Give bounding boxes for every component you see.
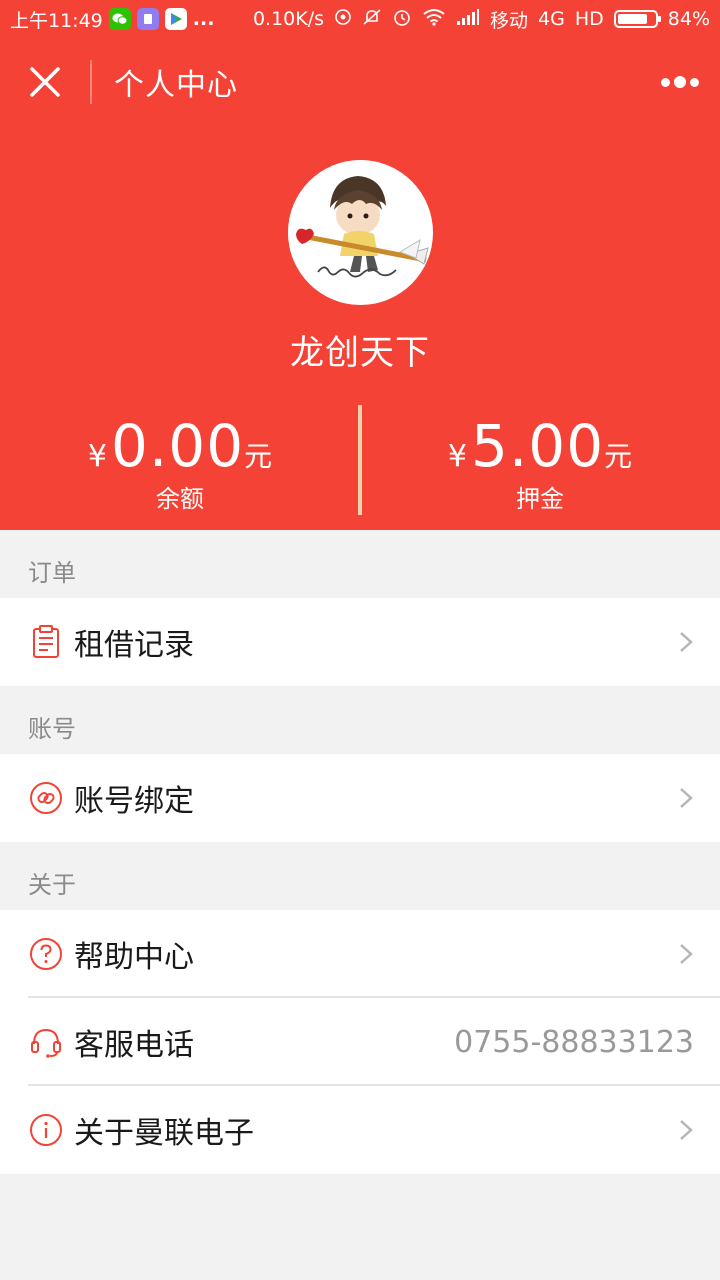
status-time: 上午11:49 [10, 9, 103, 32]
app-store-icon [136, 8, 159, 30]
deposit-unit: 元 [604, 440, 633, 473]
battery-percent: 84% [667, 8, 710, 30]
deposit-amount: 5.00 [470, 412, 605, 480]
section-header-about: 关于 [28, 870, 76, 899]
list-item-label: 租借记录 [74, 628, 194, 663]
avatar-image [288, 160, 432, 304]
signal-icon [456, 8, 480, 31]
list-item-about-company[interactable]: 关于曼联电子 [0, 1086, 720, 1174]
chevron-right-icon [680, 944, 693, 964]
list-item-account-binding[interactable]: 账号绑定 [0, 754, 720, 842]
hotspot-icon [334, 8, 352, 31]
deposit-stat[interactable]: ¥ 5.00 元 押金 [360, 415, 720, 514]
list-item-label: 客服电话 [74, 1028, 194, 1063]
list-item-label: 账号绑定 [74, 784, 194, 819]
balance-amount: 0.00 [110, 412, 245, 480]
carrier-name: 移动 [490, 9, 529, 32]
hd-indicator: HD [574, 8, 604, 30]
more-dot-icon [690, 77, 699, 87]
balance-unit: 元 [244, 440, 273, 473]
status-bar: 上午11:49 ... 0.10K/s 移动 4G HD 84% [0, 0, 720, 38]
network-speed: 0.10K/s [252, 8, 325, 30]
more-dot-icon [661, 77, 670, 87]
chevron-right-icon [680, 1120, 693, 1140]
avatar[interactable] [288, 160, 433, 305]
link-icon [28, 780, 64, 816]
battery-level [617, 14, 648, 24]
list-item-help-center[interactable]: 帮助中心 [0, 910, 720, 998]
section-header-account: 账号 [28, 714, 76, 743]
network-type: 4G [538, 8, 565, 30]
headset-icon [28, 1024, 64, 1060]
nav-divider [90, 60, 92, 104]
more-dot-icon [674, 76, 686, 88]
more-button[interactable] [640, 38, 720, 126]
list-item-rental-records[interactable]: 租借记录 [0, 598, 720, 686]
service-phone-number[interactable]: 0755-88833123 [454, 1025, 694, 1060]
balance-label: 余额 [156, 485, 204, 513]
list-item-label: 帮助中心 [74, 940, 194, 975]
chevron-right-icon [680, 788, 693, 808]
balance-currency: ¥ [87, 439, 107, 474]
username: 龙创天下 [290, 333, 430, 373]
mute-icon [362, 8, 382, 31]
play-store-icon [164, 8, 187, 30]
wechat-icon [108, 8, 131, 30]
battery-icon [613, 10, 661, 28]
question-icon [28, 936, 64, 972]
list-item-customer-service[interactable]: 客服电话 0755-88833123 [0, 998, 720, 1086]
more-notifications: ... [192, 8, 215, 30]
wifi-icon [422, 8, 446, 31]
close-icon [30, 67, 60, 97]
page-title: 个人中心 [114, 68, 238, 103]
list-item-label: 关于曼联电子 [74, 1116, 254, 1151]
clipboard-icon [28, 624, 64, 660]
deposit-currency: ¥ [447, 439, 467, 474]
deposit-label: 押金 [516, 485, 564, 513]
alarm-icon [392, 7, 412, 32]
section-header-orders: 订单 [28, 558, 76, 587]
nav-bar: 个人中心 [0, 38, 720, 126]
chevron-right-icon [680, 632, 693, 652]
info-icon [28, 1112, 64, 1148]
balance-stat[interactable]: ¥ 0.00 元 余额 [0, 415, 360, 514]
close-button[interactable] [0, 38, 90, 126]
